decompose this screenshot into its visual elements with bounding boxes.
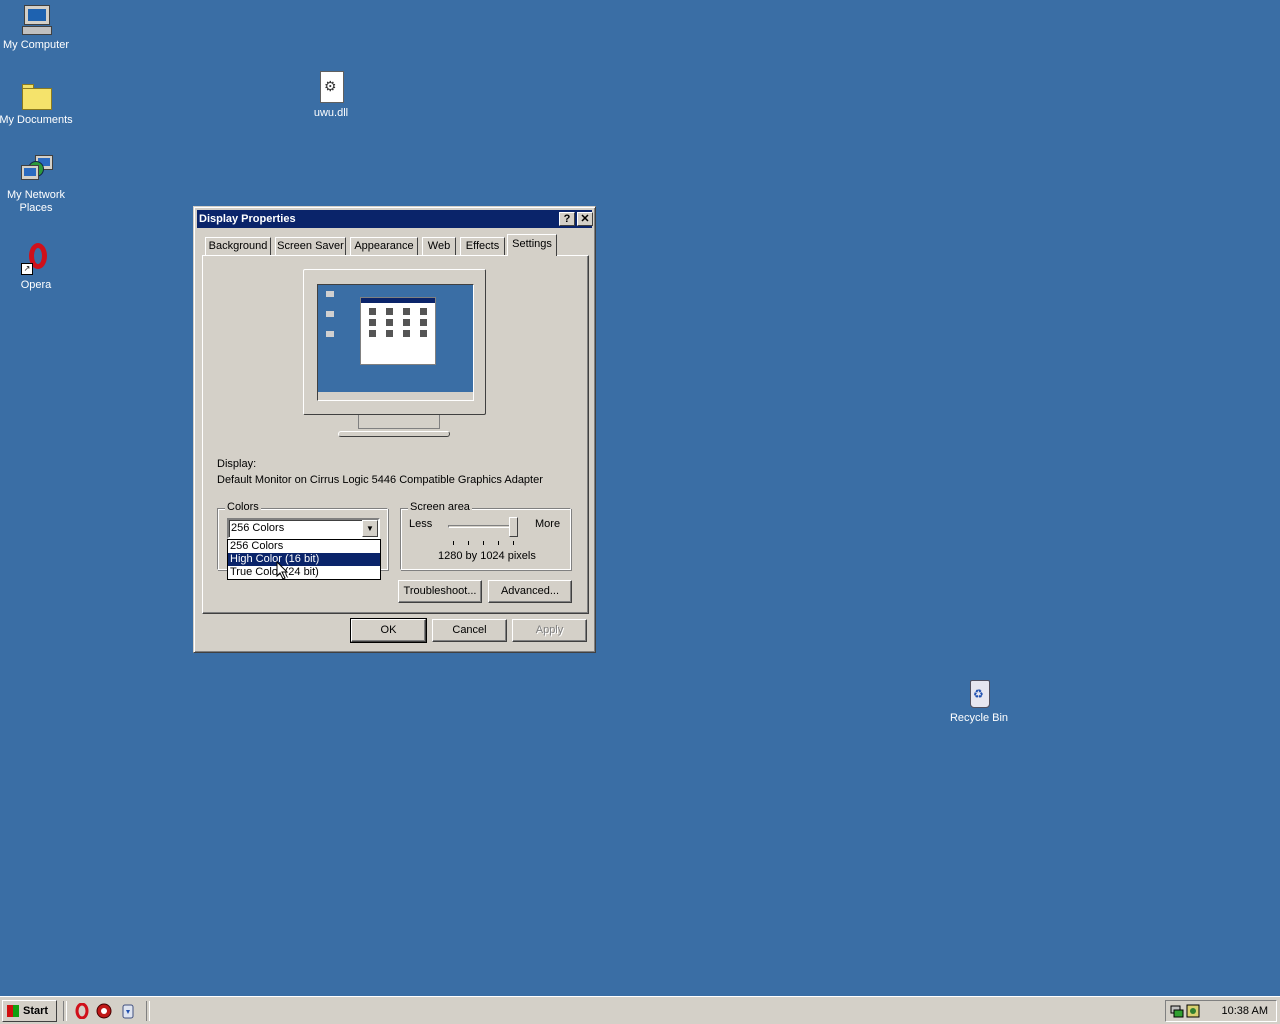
quick-launch-separator <box>63 1001 67 1021</box>
apply-button[interactable]: Apply <box>512 619 587 642</box>
taskbar: Start 10:38 AM <box>0 996 1280 1024</box>
tab-background[interactable]: Background <box>205 237 271 255</box>
troubleshoot-button[interactable]: Troubleshoot... <box>398 580 482 603</box>
slider-tick <box>483 541 484 545</box>
browser-icon[interactable] <box>96 1003 112 1019</box>
title-bar[interactable]: Display Properties ? ✕ <box>197 210 593 228</box>
slider-tick <box>513 541 514 545</box>
colors-option[interactable]: 256 Colors <box>228 540 380 553</box>
monitor-preview <box>303 269 486 415</box>
ok-button[interactable]: OK <box>350 618 427 643</box>
computer-icon <box>19 3 53 37</box>
monitor-screen <box>317 284 474 401</box>
folder-icon <box>19 78 53 112</box>
tab-settings[interactable]: Settings <box>507 234 557 256</box>
display-label: Display: <box>217 458 257 470</box>
start-button[interactable]: Start <box>2 1000 57 1022</box>
start-label: Start <box>23 1005 49 1017</box>
security-tray-icon[interactable] <box>1186 1004 1200 1018</box>
tab-effects[interactable]: Effects <box>460 237 505 255</box>
slider-more-label: More <box>535 518 561 530</box>
screen-area-legend: Screen area <box>408 501 472 513</box>
close-button[interactable]: ✕ <box>577 212 593 226</box>
desktop-icon-label: Opera <box>20 279 52 291</box>
desktop-icon-uwu-dll[interactable]: uwu.dll <box>293 71 369 120</box>
tab-screen-saver[interactable]: Screen Saver <box>275 237 346 255</box>
colors-option-highlighted[interactable]: High Color (16 bit) <box>228 553 380 566</box>
tab-web[interactable]: Web <box>422 237 456 255</box>
desktop-icon-label: My Documents <box>0 114 73 126</box>
desktop-icon-my-documents[interactable]: My Documents <box>0 78 74 127</box>
dll-file-icon <box>314 71 348 105</box>
desktop-icon-label: uwu.dll <box>313 107 349 119</box>
mini-taskbar <box>318 392 473 400</box>
screen-area-slider-thumb[interactable] <box>509 517 518 537</box>
colors-dropdown-list: 256 Colors High Color (16 bit) True Colo… <box>227 539 381 580</box>
slider-tick <box>468 541 469 545</box>
slider-less-label: Less <box>409 518 433 530</box>
display-adapter-text: Default Monitor on Cirrus Logic 5446 Com… <box>217 474 543 486</box>
recycle-bin-icon <box>962 676 996 710</box>
desktop-icon-label: My Network Places <box>6 189 66 214</box>
opera-icon: ↗ <box>19 243 53 277</box>
quick-launch-separator <box>146 1001 150 1021</box>
slider-tick <box>453 541 454 545</box>
recycle-icon[interactable] <box>120 1003 136 1019</box>
desktop-icon-label: My Computer <box>2 39 70 51</box>
window-title: Display Properties <box>199 213 296 225</box>
help-button[interactable]: ? <box>559 212 575 226</box>
mini-desktop-icons <box>326 291 334 297</box>
network-tray-icon[interactable] <box>1170 1004 1184 1018</box>
desktop-icon-my-network-places[interactable]: My Network Places <box>0 153 74 215</box>
desktop-icon-label: Recycle Bin <box>949 712 1009 724</box>
monitor-foot <box>338 431 450 437</box>
tab-appearance[interactable]: Appearance <box>350 237 418 255</box>
mouse-cursor-icon <box>276 561 289 580</box>
opera-icon[interactable] <box>74 1003 90 1019</box>
colors-combobox[interactable]: 256 Colors ▼ <box>227 518 380 539</box>
windows-logo-icon <box>7 1005 19 1017</box>
desktop-icon-my-computer[interactable]: My Computer <box>0 3 74 52</box>
network-icon <box>19 153 53 187</box>
screen-area-value: 1280 by 1024 pixels <box>438 550 536 562</box>
mini-window <box>360 297 436 365</box>
monitor-stand <box>358 415 440 429</box>
desktop-icon-opera[interactable]: ↗ Opera <box>0 243 74 292</box>
screen-area-slider-track[interactable] <box>448 525 518 528</box>
slider-tick <box>498 541 499 545</box>
dropdown-arrow-icon[interactable]: ▼ <box>362 520 378 537</box>
colors-legend: Colors <box>225 501 261 513</box>
colors-selected-value: 256 Colors <box>231 522 285 534</box>
advanced-button[interactable]: Advanced... <box>488 580 572 603</box>
cancel-button[interactable]: Cancel <box>432 619 507 642</box>
clock: 10:38 AM <box>1221 1005 1268 1017</box>
system-tray: 10:38 AM <box>1165 1000 1277 1022</box>
desktop-icon-recycle-bin[interactable]: Recycle Bin <box>941 676 1017 725</box>
colors-option[interactable]: True Color (24 bit) <box>228 566 380 579</box>
